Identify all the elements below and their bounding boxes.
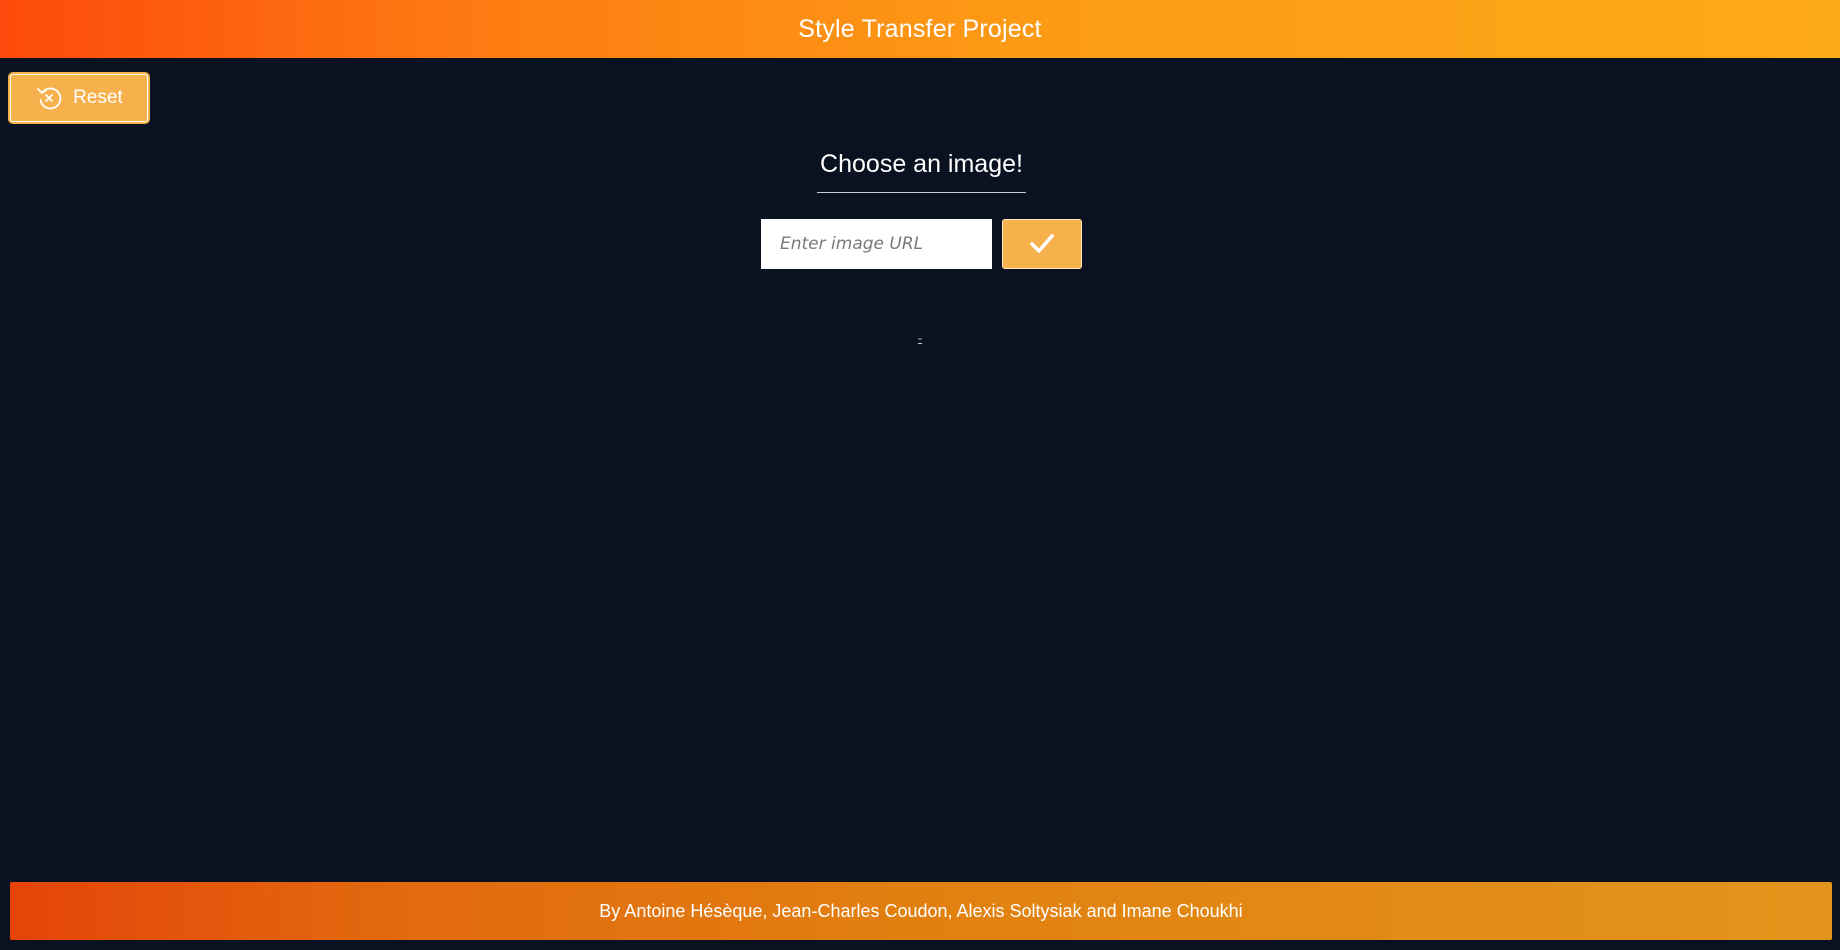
app-title: Style Transfer Project [798, 14, 1042, 43]
image-url-input[interactable] [761, 219, 992, 269]
footer: By Antoine Hésèque, Jean-Charles Coudon,… [10, 882, 1832, 940]
page: Style Transfer Project Reset Choose an i… [0, 0, 1840, 950]
check-icon [1030, 234, 1054, 253]
submit-url-button[interactable] [1002, 219, 1082, 269]
reset-label: Reset [73, 87, 123, 108]
reset-icon [35, 84, 63, 112]
status-text: - [918, 331, 922, 345]
reset-button[interactable]: Reset [10, 74, 148, 122]
section-title: Choose an image! [817, 150, 1026, 193]
top-bar: Style Transfer Project [0, 0, 1840, 58]
footer-credit: By Antoine Hésèque, Jean-Charles Coudon,… [599, 900, 1243, 921]
